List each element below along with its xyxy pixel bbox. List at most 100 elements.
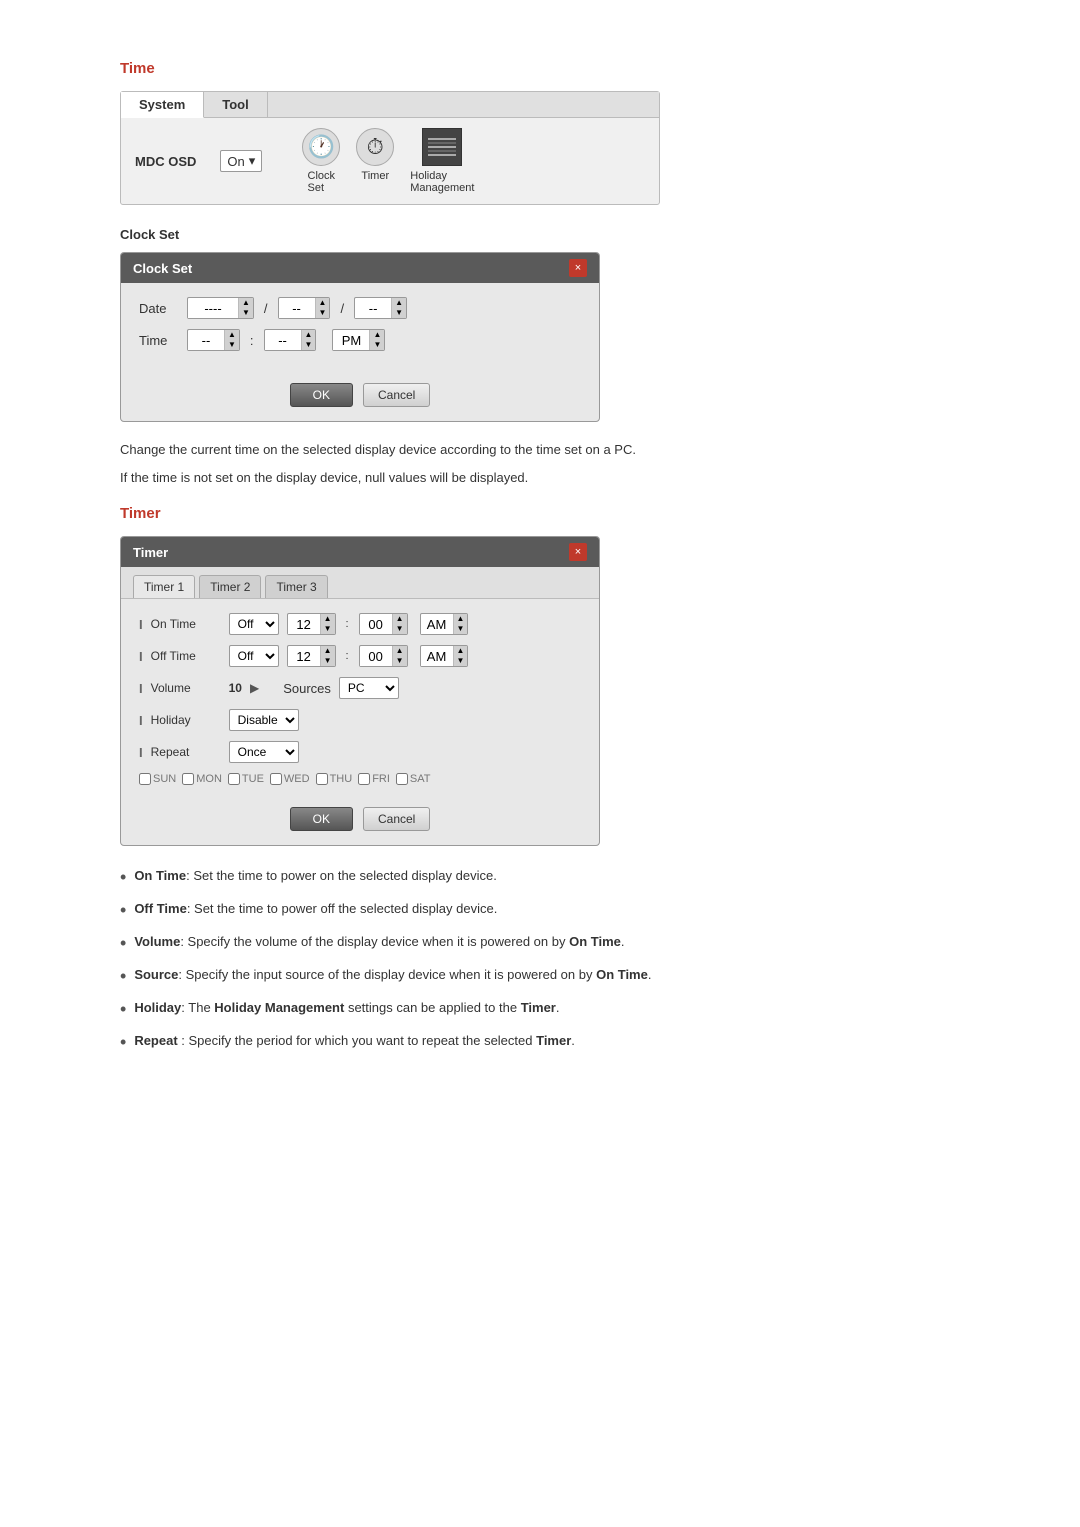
date-day-spin[interactable]: ▲ ▼ (354, 297, 407, 319)
time-ampm-up[interactable]: ▲ (370, 330, 384, 340)
toolbar-container: System Tool MDC OSD On ▾ 🕐 ClockSet (120, 91, 660, 205)
on-min-up[interactable]: ▲ (393, 614, 407, 624)
on-min-spin[interactable]: ▲ ▼ (359, 613, 408, 635)
day-thu-checkbox[interactable] (316, 773, 328, 785)
day-sat-checkbox[interactable] (396, 773, 408, 785)
date-year-down[interactable]: ▼ (239, 308, 253, 318)
timer-icon-group[interactable]: ⏱ Timer (356, 128, 394, 194)
timer-ok-button[interactable]: OK (290, 807, 353, 831)
tab-tool[interactable]: Tool (204, 92, 267, 117)
day-mon-checkbox[interactable] (182, 773, 194, 785)
toolbar-tabs: System Tool (121, 92, 659, 118)
off-min-up[interactable]: ▲ (393, 646, 407, 656)
date-year-input[interactable] (188, 299, 238, 318)
clock-set-dialog-header: Clock Set × (121, 253, 599, 283)
on-ampm-input[interactable] (421, 615, 453, 634)
off-ampm-up[interactable]: ▲ (454, 646, 468, 656)
date-month-input[interactable] (279, 299, 315, 318)
repeat-indicator: I (139, 745, 143, 760)
off-time-indicator: I (139, 649, 143, 664)
timer-dialog-header: Timer × (121, 537, 599, 567)
sources-select[interactable]: PC HDMI (339, 677, 399, 699)
toolbar-content: MDC OSD On ▾ 🕐 ClockSet ⏱ Tim (121, 118, 659, 204)
clock-set-icon-group[interactable]: 🕐 ClockSet (302, 128, 340, 194)
time-ampm-down[interactable]: ▼ (370, 340, 384, 350)
bullet-dot-4: • (120, 963, 126, 990)
date-month-down[interactable]: ▼ (316, 308, 330, 318)
day-sun-label: SUN (153, 773, 176, 785)
off-min-spin[interactable]: ▲ ▼ (359, 645, 408, 667)
clock-desc2: If the time is not set on the display de… (120, 468, 960, 488)
day-fri: FRI (358, 773, 390, 785)
date-day-input[interactable] (355, 299, 391, 318)
date-year-spin[interactable]: ▲ ▼ (187, 297, 254, 319)
on-ampm-down[interactable]: ▼ (454, 624, 468, 634)
clock-set-ok-button[interactable]: OK (290, 383, 353, 407)
timer-tab-1[interactable]: Timer 1 (133, 575, 195, 598)
time-min-spin[interactable]: ▲ ▼ (264, 329, 317, 351)
on-hour-spin[interactable]: ▲ ▼ (287, 613, 336, 635)
timer-close-button[interactable]: × (569, 543, 587, 561)
toolbar-icons: 🕐 ClockSet ⏱ Timer (302, 128, 474, 194)
off-ampm-spin[interactable]: ▲ ▼ (420, 645, 469, 667)
time-ampm-spin[interactable]: ▲ ▼ (332, 329, 385, 351)
date-month-up[interactable]: ▲ (316, 298, 330, 308)
off-min-input[interactable] (360, 647, 392, 666)
holiday-icon (422, 128, 462, 166)
time-hour-input[interactable] (188, 331, 224, 350)
bullet-source: • Source: Specify the input source of th… (120, 965, 960, 990)
off-ampm-input[interactable] (421, 647, 453, 666)
on-time-select[interactable]: Off On (229, 613, 279, 635)
on-hour-up[interactable]: ▲ (321, 614, 335, 624)
clock-set-cancel-button[interactable]: Cancel (363, 383, 430, 407)
day-fri-checkbox[interactable] (358, 773, 370, 785)
clock-set-icon: 🕐 (302, 128, 340, 166)
time-min-up[interactable]: ▲ (302, 330, 316, 340)
time-ampm-input[interactable] (333, 331, 369, 350)
tab-system[interactable]: System (121, 92, 204, 118)
day-sat-label: SAT (410, 773, 431, 785)
off-time-select[interactable]: Off On (229, 645, 279, 667)
mdc-osd-select[interactable]: On ▾ (220, 150, 262, 172)
time-min-down[interactable]: ▼ (302, 340, 316, 350)
date-month-spin[interactable]: ▲ ▼ (278, 297, 331, 319)
off-min-down[interactable]: ▼ (393, 656, 407, 666)
on-min-input[interactable] (360, 615, 392, 634)
clock-desc1: Change the current time on the selected … (120, 440, 960, 460)
bullet-dot-1: • (120, 864, 126, 891)
holiday-select[interactable]: Disable Enable (229, 709, 299, 731)
volume-value: 10 (229, 681, 242, 695)
day-sun-checkbox[interactable] (139, 773, 151, 785)
time-min-input[interactable] (265, 331, 301, 350)
off-ampm-down[interactable]: ▼ (454, 656, 468, 666)
date-day-up[interactable]: ▲ (392, 298, 406, 308)
off-hour-input[interactable] (288, 647, 320, 666)
clock-set-close-button[interactable]: × (569, 259, 587, 277)
off-hour-down[interactable]: ▼ (321, 656, 335, 666)
bullet-volume: • Volume: Specify the volume of the disp… (120, 932, 960, 957)
off-hour-spin[interactable]: ▲ ▼ (287, 645, 336, 667)
holiday-icon-group[interactable]: HolidayManagement (410, 128, 474, 194)
repeat-select[interactable]: Once Everyday (229, 741, 299, 763)
timer-cancel-button[interactable]: Cancel (363, 807, 430, 831)
day-thu: THU (316, 773, 353, 785)
day-wed-checkbox[interactable] (270, 773, 282, 785)
date-year-up[interactable]: ▲ (239, 298, 253, 308)
date-day-down[interactable]: ▼ (392, 308, 406, 318)
on-min-down[interactable]: ▼ (393, 624, 407, 634)
on-ampm-up[interactable]: ▲ (454, 614, 468, 624)
time-hour-down[interactable]: ▼ (225, 340, 239, 350)
timer-icon-label: Timer (361, 170, 389, 182)
timer-tab-2[interactable]: Timer 2 (199, 575, 261, 598)
timer-tab-3[interactable]: Timer 3 (265, 575, 327, 598)
volume-arrow-icon[interactable]: ▶ (250, 681, 259, 695)
on-ampm-spin[interactable]: ▲ ▼ (420, 613, 469, 635)
time-hour-spin[interactable]: ▲ ▼ (187, 329, 240, 351)
bullet-dot-5: • (120, 996, 126, 1023)
day-tue-checkbox[interactable] (228, 773, 240, 785)
time-hour-up[interactable]: ▲ (225, 330, 239, 340)
on-hour-down[interactable]: ▼ (321, 624, 335, 634)
on-hour-input[interactable] (288, 615, 320, 634)
off-hour-up[interactable]: ▲ (321, 646, 335, 656)
day-wed: WED (270, 773, 310, 785)
